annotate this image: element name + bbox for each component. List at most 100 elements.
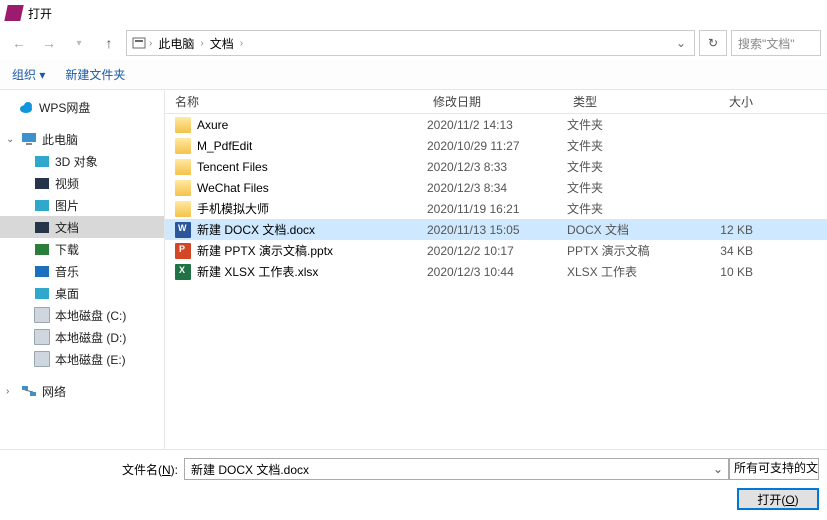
sidebar-item-label: 此电脑: [42, 131, 78, 148]
footer: 文件名(N): ⌄ 所有可支持的文 打开(O): [0, 449, 827, 520]
file-row[interactable]: Axure 2020/11/2 14:13文件夹: [165, 114, 827, 135]
breadcrumb[interactable]: › 此电脑 › 文档 › ⌄: [126, 30, 695, 56]
sidebar-item-4[interactable]: 下载: [0, 238, 164, 260]
organize-menu[interactable]: 组织 ▾: [12, 66, 45, 83]
file-list: Axure2020/11/2 14:13文件夹M_PdfEdit2020/10/…: [165, 114, 827, 449]
pc-icon: [21, 131, 37, 147]
up-button[interactable]: ↑: [96, 30, 122, 56]
sidebar-item-wps[interactable]: WPS网盘: [0, 96, 164, 118]
file-row[interactable]: 新建 XLSX 工作表.xlsx2020/12/3 10:44XLSX 工作表1…: [165, 261, 827, 282]
filename-label: 文件名(N):: [8, 461, 178, 478]
open-button[interactable]: 打开(O): [737, 488, 819, 510]
recent-dropdown[interactable]: ▾: [66, 30, 92, 56]
chevron-icon: ›: [149, 38, 152, 49]
file-size: 10 KB: [692, 265, 767, 279]
file-date: 2020/11/2 14:13: [427, 118, 567, 132]
file-row[interactable]: M_PdfEdit 2020/10/29 11:27文件夹: [165, 135, 827, 156]
sidebar-item-3[interactable]: 文档: [0, 216, 164, 238]
file-size: 12 KB: [692, 223, 767, 237]
file-date: 2020/12/3 8:33: [427, 160, 567, 174]
folder-icon: [175, 117, 191, 133]
expand-icon[interactable]: ›: [6, 386, 16, 397]
folder-icon: [34, 153, 50, 169]
cloud-icon: [18, 99, 34, 115]
sidebar-item-2[interactable]: 图片: [0, 194, 164, 216]
pptx-icon: [175, 243, 191, 259]
sidebar-item-label: 视频: [55, 175, 79, 192]
file-name: M_PdfEdit: [197, 139, 252, 153]
chevron-icon: ›: [240, 38, 243, 49]
window-title: 打开: [28, 5, 52, 22]
sidebar-item-7[interactable]: 本地磁盘 (C:): [0, 304, 164, 326]
folder-icon: [175, 201, 191, 217]
nav-bar: ← → ▾ ↑ › 此电脑 › 文档 › ⌄ ↻ 搜索"文档": [0, 26, 827, 60]
sidebar-item-this-pc[interactable]: ⌄ 此电脑: [0, 128, 164, 150]
file-type: 文件夹: [567, 137, 692, 154]
file-date: 2020/10/29 11:27: [427, 139, 567, 153]
file-name: 新建 XLSX 工作表.xlsx: [197, 263, 318, 280]
breadcrumb-dropdown-icon[interactable]: ⌄: [672, 36, 690, 50]
chevron-icon: ›: [200, 38, 203, 49]
forward-button[interactable]: →: [36, 30, 62, 56]
collapse-icon[interactable]: ⌄: [6, 134, 16, 145]
sidebar-item-label: 文档: [55, 219, 79, 236]
file-name: 新建 PPTX 演示文稿.pptx: [197, 242, 333, 259]
column-headers: 名称 修改日期 类型 大小: [165, 90, 827, 114]
column-type[interactable]: 类型: [567, 93, 692, 110]
breadcrumb-documents[interactable]: 文档: [206, 33, 238, 54]
sidebar-item-label: 网络: [42, 383, 66, 400]
column-size[interactable]: 大小: [692, 93, 767, 110]
file-type: 文件夹: [567, 179, 692, 196]
title-bar: 打开: [0, 0, 827, 26]
file-area: 名称 修改日期 类型 大小 Axure2020/11/2 14:13文件夹M_P…: [165, 90, 827, 449]
sidebar-item-8[interactable]: 本地磁盘 (D:): [0, 326, 164, 348]
disk-icon: [34, 329, 50, 345]
breadcrumb-this-pc[interactable]: 此电脑: [154, 33, 198, 54]
sidebar: WPS网盘 ⌄ 此电脑 3D 对象视频图片文档下载音乐桌面本地磁盘 (C:) 本地…: [0, 90, 165, 449]
file-date: 2020/11/19 16:21: [427, 202, 567, 216]
file-row[interactable]: 新建 PPTX 演示文稿.pptx2020/12/2 10:17PPTX 演示文…: [165, 240, 827, 261]
sidebar-item-1[interactable]: 视频: [0, 172, 164, 194]
sidebar-item-0[interactable]: 3D 对象: [0, 150, 164, 172]
file-type: DOCX 文档: [567, 221, 692, 238]
sidebar-item-label: 桌面: [55, 285, 79, 302]
file-type: 文件夹: [567, 116, 692, 133]
folder-icon: [175, 180, 191, 196]
new-folder-button[interactable]: 新建文件夹: [65, 66, 125, 83]
sidebar-item-label: 本地磁盘 (D:): [55, 329, 126, 346]
file-date: 2020/11/13 15:05: [427, 223, 567, 237]
sidebar-item-label: 本地磁盘 (C:): [55, 307, 126, 324]
filename-input[interactable]: [184, 458, 729, 480]
folder-icon: [34, 175, 50, 191]
folder-icon: [175, 138, 191, 154]
sidebar-item-label: 音乐: [55, 263, 79, 280]
file-row[interactable]: WeChat Files2020/12/3 8:34文件夹: [165, 177, 827, 198]
sidebar-item-label: 3D 对象: [55, 153, 98, 170]
sidebar-item-network[interactable]: › 网络: [0, 380, 164, 402]
folder-icon: [34, 263, 50, 279]
column-name[interactable]: 名称: [165, 93, 427, 110]
search-input[interactable]: 搜索"文档": [731, 30, 821, 56]
disk-icon: [34, 351, 50, 367]
location-icon: [131, 35, 147, 51]
sidebar-item-9[interactable]: 本地磁盘 (E:): [0, 348, 164, 370]
sidebar-item-5[interactable]: 音乐: [0, 260, 164, 282]
folder-icon: [34, 219, 50, 235]
file-row[interactable]: 新建 DOCX 文档.docx2020/11/13 15:05DOCX 文档12…: [165, 219, 827, 240]
file-name: Axure: [197, 118, 228, 132]
folder-icon: [34, 285, 50, 301]
back-button[interactable]: ←: [6, 30, 32, 56]
file-row[interactable]: 手机模拟大师2020/11/19 16:21文件夹: [165, 198, 827, 219]
sidebar-item-label: 下载: [55, 241, 79, 258]
folder-icon: [34, 197, 50, 213]
docx-icon: [175, 222, 191, 238]
file-type: 文件夹: [567, 200, 692, 217]
toolbar: 组织 ▾ 新建文件夹: [0, 60, 827, 90]
refresh-button[interactable]: ↻: [699, 30, 727, 56]
file-type: PPTX 演示文稿: [567, 242, 692, 259]
sidebar-item-6[interactable]: 桌面: [0, 282, 164, 304]
folder-icon: [34, 241, 50, 257]
column-date[interactable]: 修改日期: [427, 93, 567, 110]
file-row[interactable]: Tencent Files2020/12/3 8:33文件夹: [165, 156, 827, 177]
file-type-filter[interactable]: 所有可支持的文: [729, 458, 819, 480]
